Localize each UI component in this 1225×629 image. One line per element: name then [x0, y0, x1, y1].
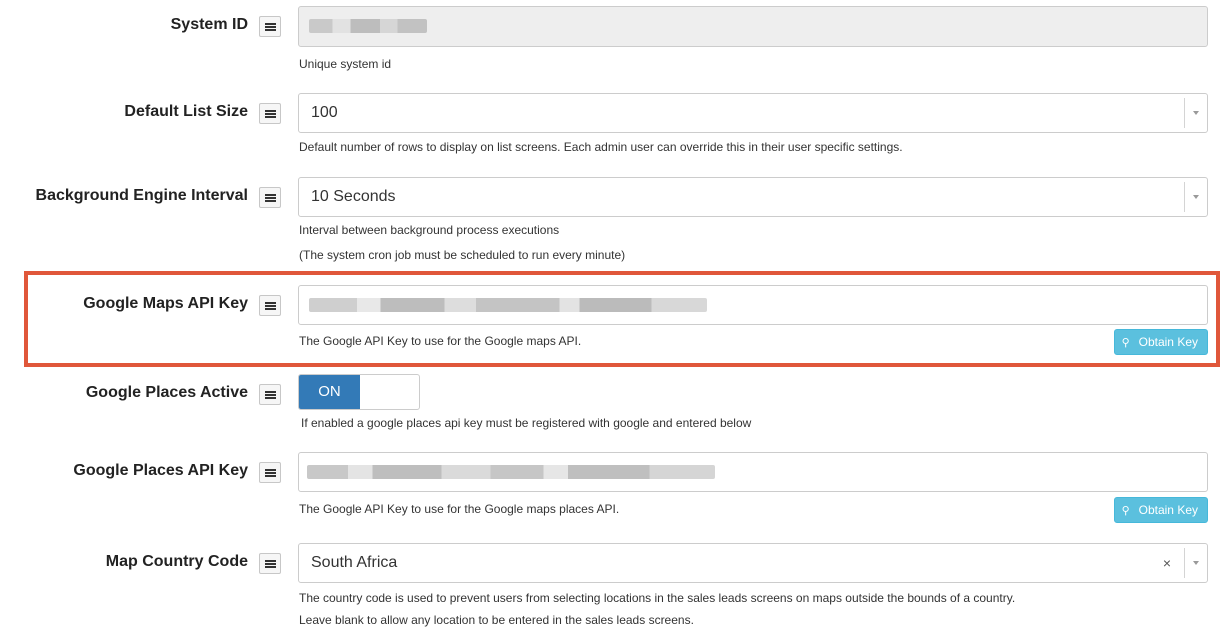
- google-places-api-key-input[interactable]: [298, 452, 1208, 492]
- system-id-label: System ID: [170, 16, 248, 33]
- google-places-api-key-label: Google Places API Key: [73, 462, 248, 479]
- google-places-api-key-help: The Google API Key to use for the Google…: [299, 502, 620, 516]
- key-icon: ⚲: [1121, 505, 1130, 517]
- hamburger-menu-icon[interactable]: [259, 103, 281, 124]
- hamburger-menu-icon[interactable]: [259, 295, 281, 316]
- key-icon: ⚲: [1121, 337, 1130, 349]
- map-country-code-help: The country code is used to prevent user…: [299, 591, 1016, 605]
- redacted-value: [309, 298, 707, 312]
- background-engine-interval-select[interactable]: 10 Seconds: [298, 177, 1208, 217]
- hamburger-menu-icon[interactable]: [259, 187, 281, 208]
- chevron-down-icon[interactable]: [1184, 98, 1207, 128]
- redacted-value: [307, 465, 715, 479]
- background-engine-interval-help-note: (The system cron job must be scheduled t…: [299, 248, 626, 262]
- default-list-size-value: 100: [311, 104, 338, 121]
- system-id-help: Unique system id: [299, 57, 392, 71]
- map-country-code-help-note: Leave blank to allow any location to be …: [299, 613, 694, 627]
- google-maps-api-key-label: Google Maps API Key: [83, 295, 248, 312]
- hamburger-menu-icon[interactable]: [259, 384, 281, 405]
- obtain-key-button[interactable]: ⚲ Obtain Key: [1113, 497, 1208, 523]
- map-country-code-select[interactable]: South Africa ×: [298, 543, 1208, 583]
- default-list-size-select[interactable]: 100: [298, 93, 1208, 133]
- hamburger-menu-icon[interactable]: [259, 16, 281, 37]
- chevron-down-icon[interactable]: [1184, 182, 1207, 212]
- hamburger-menu-icon[interactable]: [259, 553, 281, 574]
- background-engine-interval-help: Interval between background process exec…: [299, 223, 560, 237]
- obtain-key-label: Obtain Key: [1138, 503, 1198, 517]
- map-country-code-value: South Africa: [311, 554, 398, 571]
- background-engine-interval-label: Background Engine Interval: [35, 187, 248, 204]
- google-places-active-toggle[interactable]: ON: [298, 374, 420, 410]
- obtain-key-button[interactable]: ⚲ Obtain Key: [1113, 329, 1208, 355]
- hamburger-menu-icon[interactable]: [259, 462, 281, 483]
- google-maps-api-key-help: The Google API Key to use for the Google…: [299, 334, 582, 348]
- system-id-field: [298, 6, 1208, 47]
- chevron-down-icon[interactable]: [1184, 548, 1207, 578]
- map-country-code-label: Map Country Code: [105, 553, 248, 570]
- background-engine-interval-value: 10 Seconds: [311, 188, 396, 205]
- obtain-key-label: Obtain Key: [1138, 335, 1198, 349]
- toggle-on-label: ON: [299, 375, 360, 409]
- google-places-active-label: Google Places Active: [85, 384, 248, 401]
- default-list-size-label: Default List Size: [124, 103, 248, 120]
- clear-icon[interactable]: ×: [1163, 544, 1171, 582]
- redacted-value: [309, 19, 427, 33]
- default-list-size-help: Default number of rows to display on lis…: [299, 140, 903, 154]
- google-maps-api-key-input[interactable]: [298, 285, 1208, 325]
- google-places-active-help: If enabled a google places api key must …: [301, 416, 752, 430]
